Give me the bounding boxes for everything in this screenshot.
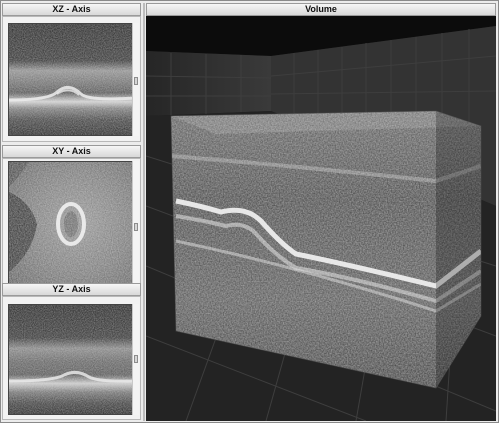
- yz-slider-thumb[interactable]: [134, 355, 138, 364]
- yz-slice-slider[interactable]: [132, 304, 139, 415]
- yz-axis-title: YZ - Axis: [2, 283, 141, 296]
- xz-oct-scan: [9, 24, 134, 135]
- xy-oct-scan: [9, 162, 134, 283]
- panel-splitter[interactable]: [143, 3, 145, 421]
- xz-slice-slider[interactable]: [132, 23, 139, 136]
- volume-title: Volume: [146, 3, 496, 16]
- yz-axis-panel: [2, 296, 141, 420]
- yz-slice-image[interactable]: [8, 304, 135, 415]
- xz-axis-panel: [2, 16, 141, 142]
- xy-axis-panel: [2, 158, 141, 286]
- xy-slice-slider[interactable]: [132, 161, 139, 284]
- yz-oct-scan: [9, 305, 134, 414]
- xy-axis-title: XY - Axis: [2, 145, 141, 158]
- xz-slice-image[interactable]: [8, 23, 135, 136]
- xy-slice-image[interactable]: [8, 161, 135, 284]
- xz-axis-title: XZ - Axis: [2, 3, 141, 16]
- volume-viewport[interactable]: [146, 16, 496, 421]
- xy-slider-thumb[interactable]: [134, 222, 138, 231]
- volume-render: [146, 16, 496, 421]
- xz-slider-thumb[interactable]: [134, 77, 138, 86]
